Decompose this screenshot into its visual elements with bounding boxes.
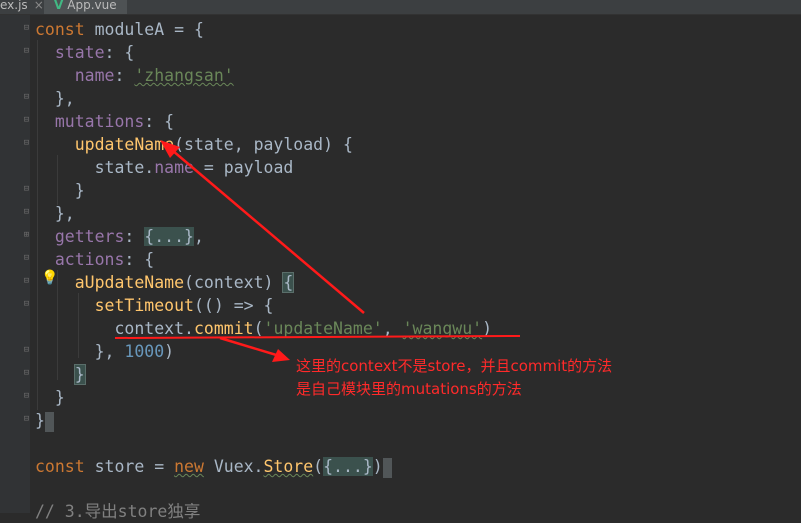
arrow-to-annotation <box>219 336 284 359</box>
arrow-to-updateName <box>165 144 365 314</box>
annotation-arrows <box>114 140 521 362</box>
annotation-line-2: 是自己模块里的mutations的方法 <box>296 380 522 398</box>
annotation-text: 这里的context不是store，并且commit的方法 是自己模块里的mut… <box>296 355 612 401</box>
underline-commit <box>114 335 521 339</box>
annotation-line-1: 这里的context不是store，并且commit的方法 <box>296 357 613 375</box>
